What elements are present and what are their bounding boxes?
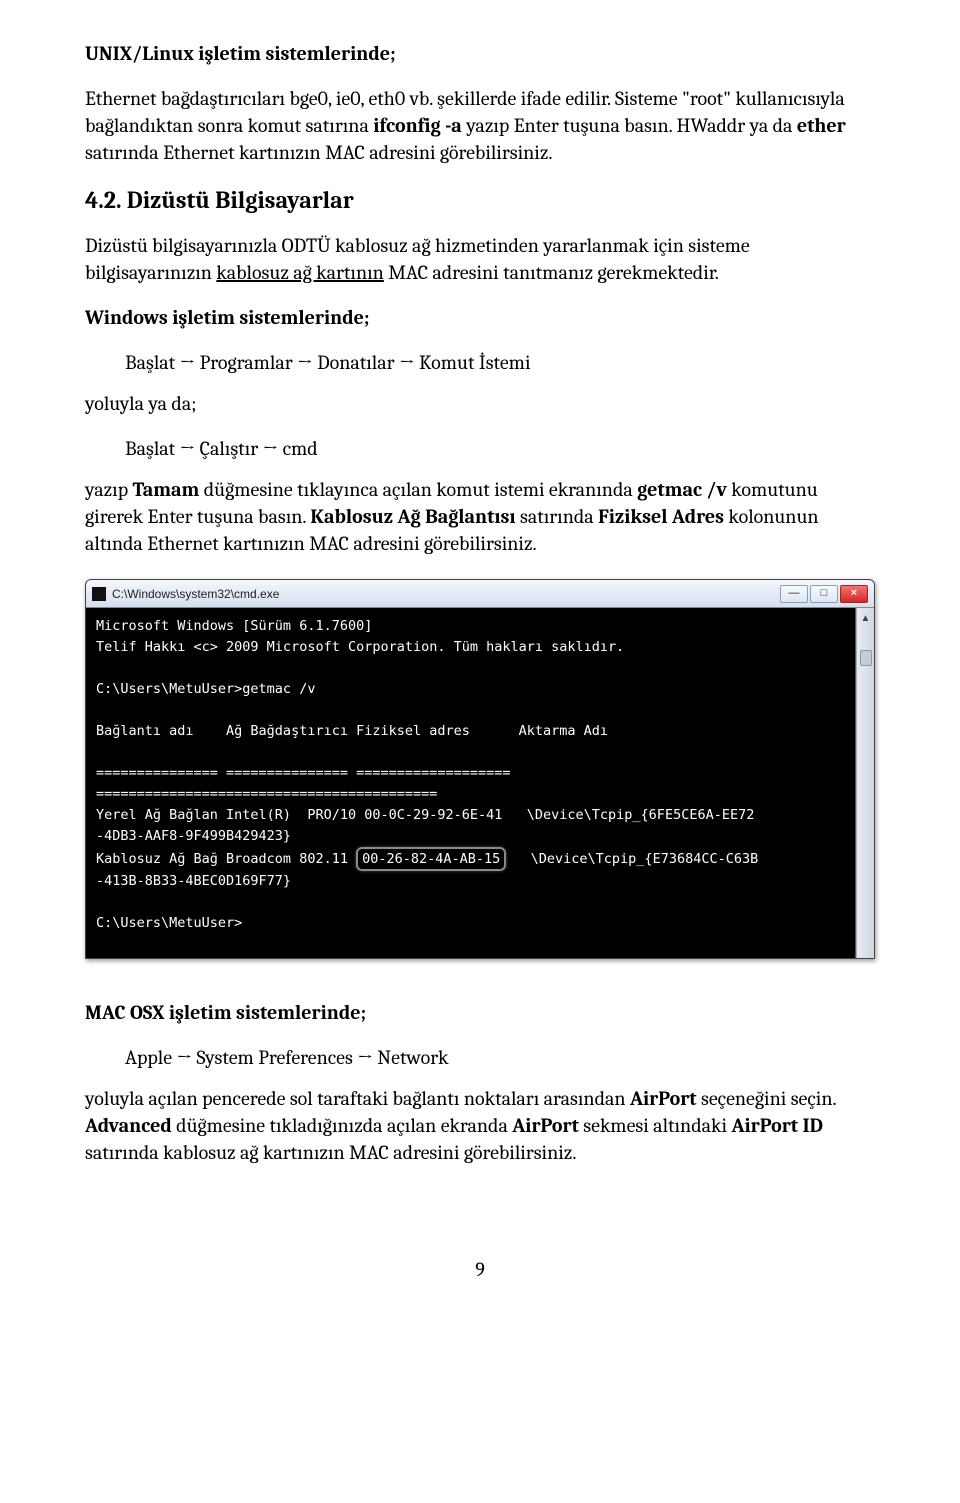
macosx-paragraph: yoluyla açılan pencerede sol taraftaki b…: [85, 1085, 875, 1166]
cmd-titlebar: C:\Windows\system32\cmd.exe — □ ×: [86, 580, 874, 608]
cmd-output: Microsoft Windows [Sürüm 6.1.7600] Telif…: [86, 608, 856, 958]
getmac-cmd: getmac /v: [637, 478, 727, 501]
cmd-row-2a: Kablosuz Ağ Bağ Broadcom 802.11: [96, 851, 356, 867]
minimize-button[interactable]: —: [780, 585, 808, 603]
cmd-prompt: C:\Users\MetuUser>: [96, 915, 242, 931]
airport-id-word: AirPort ID: [731, 1114, 822, 1137]
underlined-text: kablosuz ağ kartının: [216, 261, 383, 284]
airport-tab-word: AirPort: [512, 1114, 579, 1137]
tamam-word: Tamam: [133, 478, 200, 501]
kablosuz-word: Kablosuz Ağ Bağlantısı: [310, 505, 515, 528]
text: yoluyla açılan pencerede sol taraftaki b…: [85, 1087, 630, 1110]
text: düğmesine tıklayınca açılan komut istemi…: [199, 478, 637, 501]
unix-heading: UNIX/Linux işletim sistemlerinde;: [85, 40, 875, 67]
text: yazıp Enter tuşuna basın. HWaddr ya da: [462, 114, 797, 137]
scroll-up-icon[interactable]: ▲: [861, 612, 871, 626]
unix-paragraph: Ethernet bağdaştırıcıları bge0, ie0, eth…: [85, 85, 875, 166]
nav-path-1: Başlat → Programlar → Donatılar → Komut …: [125, 349, 875, 376]
section-4-2-intro: Dizüstü bilgisayarınızla ODTÜ kablosuz a…: [85, 232, 875, 286]
page-number: 9: [85, 1256, 875, 1283]
macosx-heading: MAC OSX işletim sistemlerinde;: [85, 999, 875, 1026]
scroll-thumb[interactable]: [860, 650, 872, 666]
cmd-line: Telif Hakkı <c> 2009 Microsoft Corporati…: [96, 639, 624, 655]
maximize-button[interactable]: □: [810, 585, 838, 603]
cmd-row-2b: \Device\Tcpip_{E73684CC-C63B: [506, 851, 758, 867]
text: seçeneğini seçin.: [697, 1087, 836, 1110]
text: satırında: [516, 505, 599, 528]
advanced-word: Advanced: [85, 1114, 172, 1137]
cmd-line: C:\Users\MetuUser>getmac /v: [96, 681, 315, 697]
scrollbar[interactable]: ▲: [856, 608, 874, 958]
ifconfig-cmd: ifconfig -a: [373, 114, 462, 137]
nav-path-3: Apple → System Preferences → Network: [125, 1044, 875, 1071]
text: satırında kablosuz ağ kartınızın MAC adr…: [85, 1141, 576, 1164]
text: sekmesi altındaki: [579, 1114, 732, 1137]
fiziksel-word: Fiziksel Adres: [598, 505, 724, 528]
text: satırında Ethernet kartınızın MAC adresi…: [85, 141, 553, 164]
cmd-icon: [92, 587, 106, 601]
cmd-row-1a: Yerel Ağ Bağlan Intel(R) PRO/10 00-0C-29…: [96, 807, 754, 823]
cmd-header-row: Bağlantı adı Ağ Bağdaştırıcı Fiziksel ad…: [96, 723, 608, 739]
windows-heading: Windows işletim sistemlerinde;: [85, 304, 875, 331]
windows-paragraph: yazıp Tamam düğmesine tıklayınca açılan …: [85, 476, 875, 557]
text: MAC adresini tanıtmanız gerekmektedir.: [384, 261, 719, 284]
section-4-2-heading: 4.2. Dizüstü Bilgisayarlar: [85, 184, 875, 216]
cmd-separator: =============== =============== ========…: [96, 765, 519, 802]
mac-address-highlight: 00-26-82-4A-AB-15: [356, 847, 506, 872]
cmd-row-2c: -413B-8B33-4BEC0D169F77}: [96, 873, 291, 889]
airport-word: AirPort: [630, 1087, 697, 1110]
cmd-line: Microsoft Windows [Sürüm 6.1.7600]: [96, 618, 372, 634]
cmd-title-text: C:\Windows\system32\cmd.exe: [112, 586, 279, 602]
nav-path-2: Başlat → Çalıştır → cmd: [125, 435, 875, 462]
cmd-window: C:\Windows\system32\cmd.exe — □ × Micros…: [85, 579, 875, 959]
text: düğmesine tıkladığınızda açılan ekranda: [172, 1114, 512, 1137]
text: yazıp: [85, 478, 133, 501]
yoluyla-text: yoluyla ya da;: [85, 390, 875, 417]
cmd-row-1b: -4DB3-AAF8-9F499B429423}: [96, 828, 291, 844]
close-button[interactable]: ×: [840, 585, 868, 603]
ether-word: ether: [797, 114, 846, 137]
